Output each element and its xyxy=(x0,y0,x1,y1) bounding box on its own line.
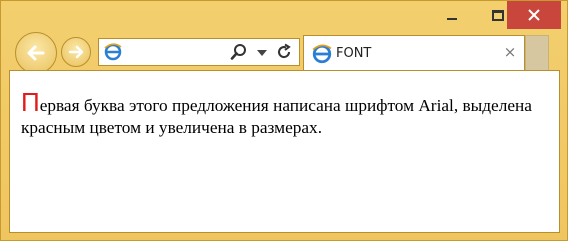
ie-logo-icon xyxy=(312,44,332,64)
ie-logo-icon xyxy=(104,43,122,61)
search-icon[interactable] xyxy=(230,43,248,61)
address-bar[interactable] xyxy=(98,38,300,66)
forward-arrow-icon xyxy=(68,45,84,59)
tab-close-icon[interactable]: × xyxy=(502,44,518,60)
refresh-icon[interactable] xyxy=(275,43,293,61)
back-button[interactable] xyxy=(15,32,57,74)
tab-font[interactable]: FONT × xyxy=(303,35,525,71)
first-letter: П xyxy=(21,87,40,117)
minimize-icon xyxy=(447,18,457,20)
forward-button[interactable] xyxy=(61,37,91,67)
tab-title: FONT xyxy=(336,46,372,61)
new-tab-button[interactable] xyxy=(525,35,549,71)
close-window-button[interactable] xyxy=(507,1,561,29)
browser-window-frame: FONT × Первая буква этого предложения на… xyxy=(0,0,568,241)
url-input[interactable] xyxy=(125,41,225,63)
minimize-button[interactable] xyxy=(429,2,475,28)
back-arrow-icon xyxy=(27,45,45,61)
close-icon xyxy=(528,9,540,21)
paragraph-text: ервая буква этого предложения написана ш… xyxy=(21,96,532,137)
maximize-icon xyxy=(492,9,504,21)
page-content: Первая буква этого предложения написана … xyxy=(9,70,560,233)
paragraph: Первая буква этого предложения написана … xyxy=(21,89,551,139)
dropdown-icon[interactable] xyxy=(257,50,267,56)
